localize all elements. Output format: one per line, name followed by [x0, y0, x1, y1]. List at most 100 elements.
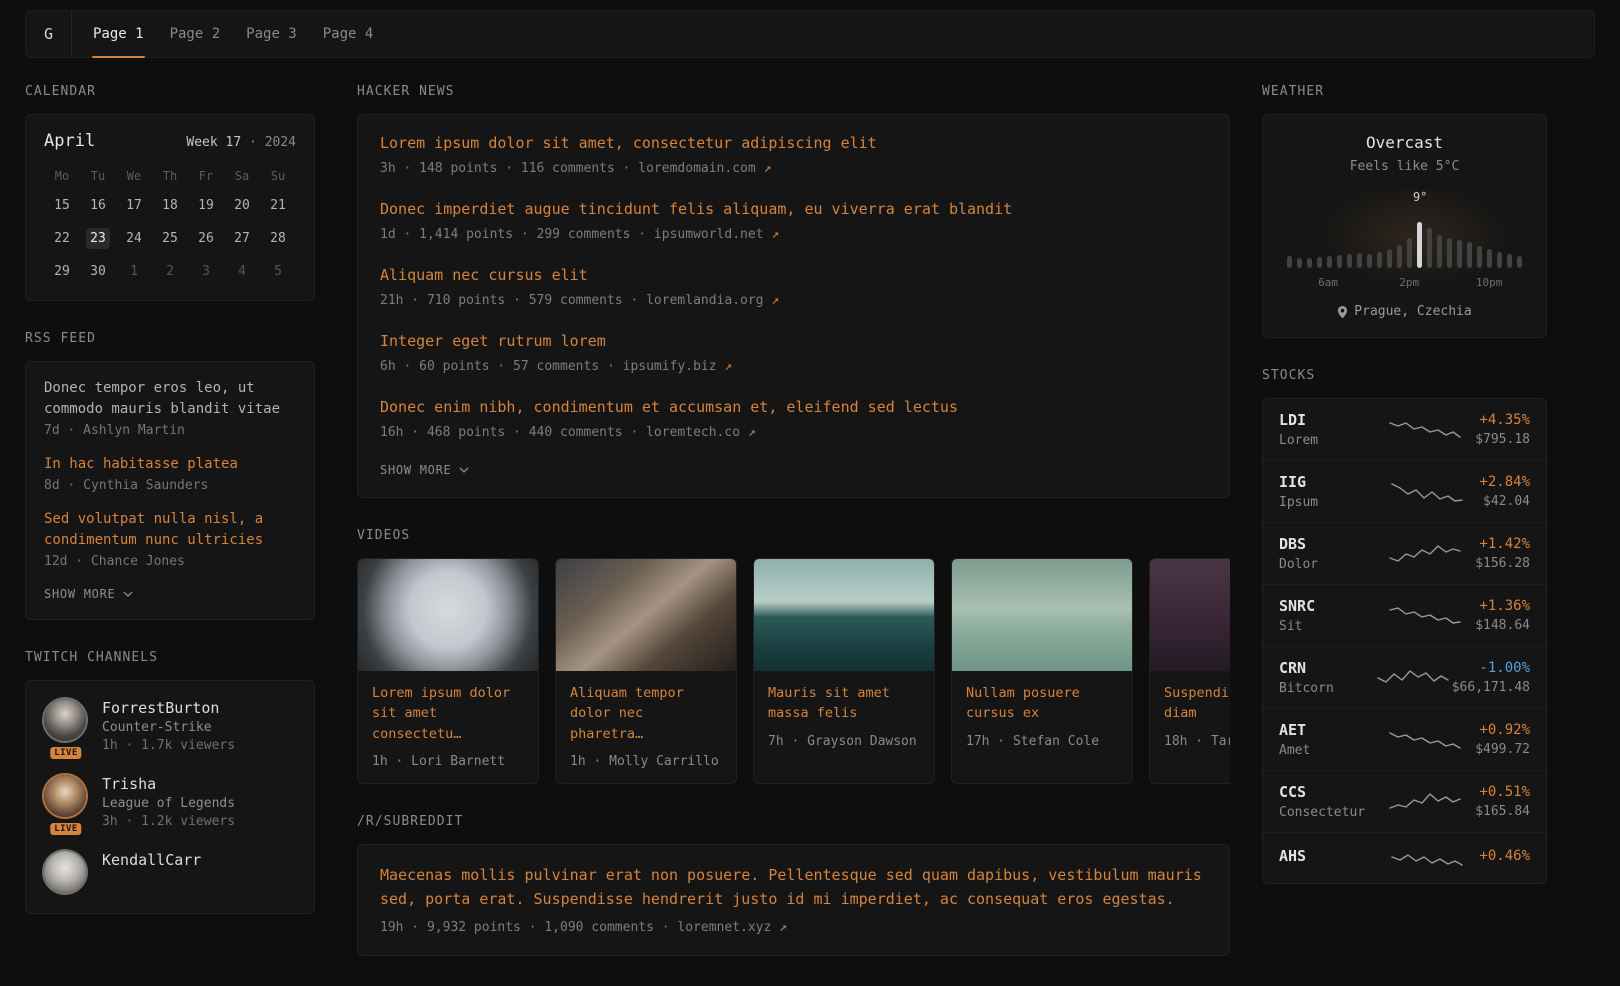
video-thumbnail — [754, 559, 934, 671]
stock-values: -1.00% $66,171.48 — [1452, 660, 1530, 695]
temperature-bar — [1517, 256, 1522, 268]
twitch-channel-category: Counter-Strike — [102, 720, 235, 735]
video-card[interactable]: Suspendis diam 18h · Tara — [1149, 558, 1230, 784]
temperature-bar — [1407, 238, 1412, 268]
external-link-icon: ↗ — [724, 359, 732, 374]
rss-item-link[interactable]: In hac habitasse platea — [44, 454, 296, 475]
temperature-bar — [1317, 257, 1322, 268]
rss-item-link[interactable]: Donec tempor eros leo, ut commodo mauris… — [44, 378, 296, 420]
stock-row[interactable]: LDI Lorem +4.35% $795.18 — [1263, 399, 1546, 460]
stock-ticker: CCS — [1279, 783, 1375, 801]
stock-ticker: IIG — [1279, 473, 1375, 491]
stock-row[interactable]: CRN Bitcorn -1.00% $66,171.48 — [1263, 646, 1546, 708]
hn-item-meta: 3h · 148 points · 116 comments · loremdo… — [380, 161, 1207, 176]
video-meta: 1h · Molly Carrillo — [570, 754, 722, 769]
weather-location-text: Prague, Czechia — [1354, 304, 1471, 319]
stock-row[interactable]: DBS Dolor +1.42% $156.28 — [1263, 522, 1546, 584]
subreddit-post-link[interactable]: Maecenas mollis pulvinar erat non posuer… — [380, 863, 1207, 911]
hn-item-link[interactable]: Donec imperdiet augue tincidunt felis al… — [380, 199, 1207, 220]
twitch-channel[interactable]: LIVE Trisha League of Legends 3h · 1.2k … — [44, 775, 296, 829]
video-thumbnail — [358, 559, 538, 671]
temperature-bar — [1357, 253, 1362, 268]
stock-sparkline — [1375, 727, 1475, 753]
hn-item-link[interactable]: Integer eget rutrum lorem — [380, 331, 1207, 352]
video-title[interactable]: Suspendis diam — [1164, 683, 1230, 724]
avatar — [44, 775, 86, 817]
stock-change: +0.51% — [1475, 784, 1530, 800]
stock-row[interactable]: AHS +0.46% — [1263, 832, 1546, 883]
tab-page-1[interactable]: Page 1 — [80, 11, 157, 57]
stock-row[interactable]: IIG Ipsum +2.84% $42.04 — [1263, 460, 1546, 522]
calendar-date: 17 — [116, 195, 152, 216]
hn-show-more-button[interactable]: SHOW MORE — [380, 463, 1207, 477]
tab-page-4[interactable]: Page 4 — [310, 11, 387, 57]
stock-change: +1.36% — [1475, 598, 1530, 614]
weather-feels-like: Feels like 5°C — [1279, 159, 1530, 174]
stock-row[interactable]: SNRC Sit +1.36% $148.64 — [1263, 584, 1546, 646]
rss-item-meta: 8d · Cynthia Saunders — [44, 478, 296, 493]
calendar-grid: Mo Tu We Th Fr Sa Su 15 16 17 18 19 20 2… — [44, 169, 296, 282]
calendar-dow: We — [116, 169, 152, 183]
location-pin-icon — [1337, 305, 1348, 319]
stock-name: Ipsum — [1279, 495, 1375, 510]
stock-price: $156.28 — [1475, 556, 1530, 571]
calendar-date: 1 — [116, 261, 152, 282]
video-title[interactable]: Mauris sit amet massa felis — [768, 683, 920, 724]
temperature-bar — [1387, 249, 1392, 268]
live-badge: LIVE — [50, 823, 81, 835]
calendar-date: 26 — [188, 228, 224, 249]
rss-item-meta: 7d · Ashlyn Martin — [44, 423, 296, 438]
tab-page-2[interactable]: Page 2 — [157, 11, 234, 57]
twitch-channel[interactable]: KendallCarr — [44, 851, 296, 893]
rss-item: Sed volutpat nulla nisl, a condimentum n… — [44, 509, 296, 569]
weather-time-labels: 6am 2pm 10pm — [1287, 276, 1522, 290]
video-card[interactable]: Nullam posuere cursus ex 17h · Stefan Co… — [951, 558, 1133, 784]
stock-values: +2.84% $42.04 — [1479, 474, 1530, 509]
video-meta: 7h · Grayson Dawson — [768, 734, 920, 749]
rss-show-more-button[interactable]: SHOW MORE — [44, 587, 296, 601]
temperature-bar — [1397, 245, 1402, 268]
stock-row[interactable]: CCS Consectetur +0.51% $165.84 — [1263, 770, 1546, 832]
rss-item-link[interactable]: Sed volutpat nulla nisl, a condimentum n… — [44, 509, 296, 551]
stock-price: $66,171.48 — [1452, 680, 1530, 695]
calendar-date: 24 — [116, 228, 152, 249]
stock-id: AET Amet — [1279, 721, 1375, 758]
stock-row[interactable]: AET Amet +0.92% $499.72 — [1263, 708, 1546, 770]
twitch-channel[interactable]: LIVE ForrestBurton Counter-Strike 1h · 1… — [44, 699, 296, 753]
dashboard-columns: CALENDAR April Week 17 · 2024 Mo Tu We T… — [0, 58, 1620, 986]
video-card[interactable]: Mauris sit amet massa felis 7h · Grayson… — [753, 558, 935, 784]
stock-price: $165.84 — [1475, 804, 1530, 819]
avatar — [44, 699, 86, 741]
live-badge: LIVE — [50, 747, 81, 759]
tab-page-3[interactable]: Page 3 — [233, 11, 310, 57]
video-body: Nullam posuere cursus ex 17h · Stefan Co… — [952, 671, 1132, 763]
stock-ticker: CRN — [1279, 659, 1375, 677]
hn-item: Donec enim nibh, condimentum et accumsan… — [380, 397, 1207, 440]
video-title[interactable]: Aliquam tempor dolor nec pharetra… — [570, 683, 722, 744]
hn-item-link[interactable]: Lorem ipsum dolor sit amet, consectetur … — [380, 133, 1207, 154]
twitch-channel-name: KendallCarr — [102, 851, 201, 869]
stock-name: Bitcorn — [1279, 681, 1375, 696]
twitch-channel-name: ForrestBurton — [102, 699, 235, 717]
calendar-month: April — [44, 131, 95, 151]
video-card[interactable]: Lorem ipsum dolor sit amet consectetu… 1… — [357, 558, 539, 784]
avatar — [44, 851, 86, 893]
calendar-dow: Th — [152, 169, 188, 183]
temperature-bar — [1457, 240, 1462, 268]
stock-sparkline — [1375, 417, 1475, 443]
twitch-channel-info: KendallCarr — [102, 851, 201, 893]
video-title[interactable]: Nullam posuere cursus ex — [966, 683, 1118, 724]
external-link-icon: ↗ — [748, 425, 756, 440]
middle-column: HACKER NEWS Lorem ipsum dolor sit amet, … — [357, 84, 1230, 986]
stock-values: +4.35% $795.18 — [1475, 412, 1530, 447]
video-card[interactable]: Aliquam tempor dolor nec pharetra… 1h · … — [555, 558, 737, 784]
videos-widget: VIDEOS Lorem ipsum dolor sit amet consec… — [357, 528, 1230, 784]
hn-item-link[interactable]: Aliquam nec cursus elit — [380, 265, 1207, 286]
stock-id: CRN Bitcorn — [1279, 659, 1375, 696]
video-title[interactable]: Lorem ipsum dolor sit amet consectetu… — [372, 683, 524, 744]
rss-item: In hac habitasse platea 8d · Cynthia Sau… — [44, 454, 296, 493]
hacker-news-card: Lorem ipsum dolor sit amet, consectetur … — [357, 114, 1230, 498]
stock-id: CCS Consectetur — [1279, 783, 1375, 820]
hn-item-link[interactable]: Donec enim nibh, condimentum et accumsan… — [380, 397, 1207, 418]
calendar-dow: Mo — [44, 169, 80, 183]
